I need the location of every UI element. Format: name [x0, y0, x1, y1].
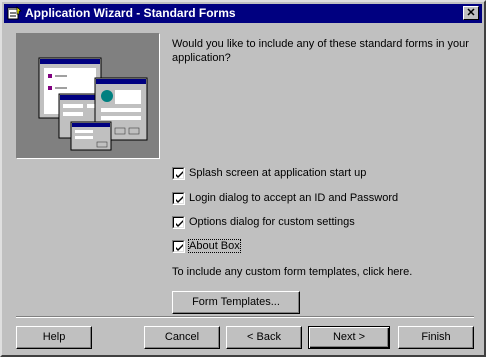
finish-button[interactable]: Finish [398, 326, 474, 349]
back-button[interactable]: < Back [226, 326, 302, 349]
options-dialog-checkbox[interactable]: Options dialog for custom settings [172, 215, 472, 231]
checkmark-icon [176, 244, 183, 251]
about-box-label: About Box [188, 239, 241, 253]
wizard-app-icon [7, 6, 22, 21]
close-button[interactable]: ✕ [463, 6, 479, 20]
login-dialog-checkbox[interactable]: Login dialog to accept an ID and Passwor… [172, 191, 472, 207]
wizard-window: Application Wizard - Standard Forms ✕ Wo… [0, 0, 486, 357]
close-icon: ✕ [466, 7, 476, 19]
wizard-prompt: Would you like to include any of these s… [172, 38, 469, 64]
checkbox-box[interactable] [172, 192, 185, 205]
forms-preview-image [16, 33, 160, 159]
checkbox-box[interactable] [172, 216, 185, 229]
next-button[interactable]: Next > [308, 326, 390, 349]
checkmark-icon [176, 196, 183, 203]
checkbox-box[interactable] [172, 240, 185, 253]
help-button[interactable]: Help [16, 326, 92, 349]
splash-screen-checkbox[interactable]: Splash screen at application start up [172, 166, 472, 182]
checkmark-icon [176, 220, 183, 227]
login-dialog-label: Login dialog to accept an ID and Passwor… [189, 192, 399, 204]
title-bar[interactable]: Application Wizard - Standard Forms ✕ [4, 4, 482, 23]
cancel-button[interactable]: Cancel [144, 326, 220, 349]
options-dialog-label: Options dialog for custom settings [189, 216, 355, 228]
custom-templates-hint: To include any custom form templates, cl… [172, 266, 413, 278]
checkbox-box[interactable] [172, 167, 185, 180]
button-separator [16, 316, 474, 318]
about-box-checkbox[interactable]: About Box [172, 239, 472, 255]
forms-illustration [17, 34, 159, 158]
splash-screen-label: Splash screen at application start up [189, 167, 367, 179]
form-templates-button[interactable]: Form Templates... [172, 291, 300, 314]
window-title: Application Wizard - Standard Forms [25, 6, 236, 20]
checkmark-icon [176, 171, 183, 178]
